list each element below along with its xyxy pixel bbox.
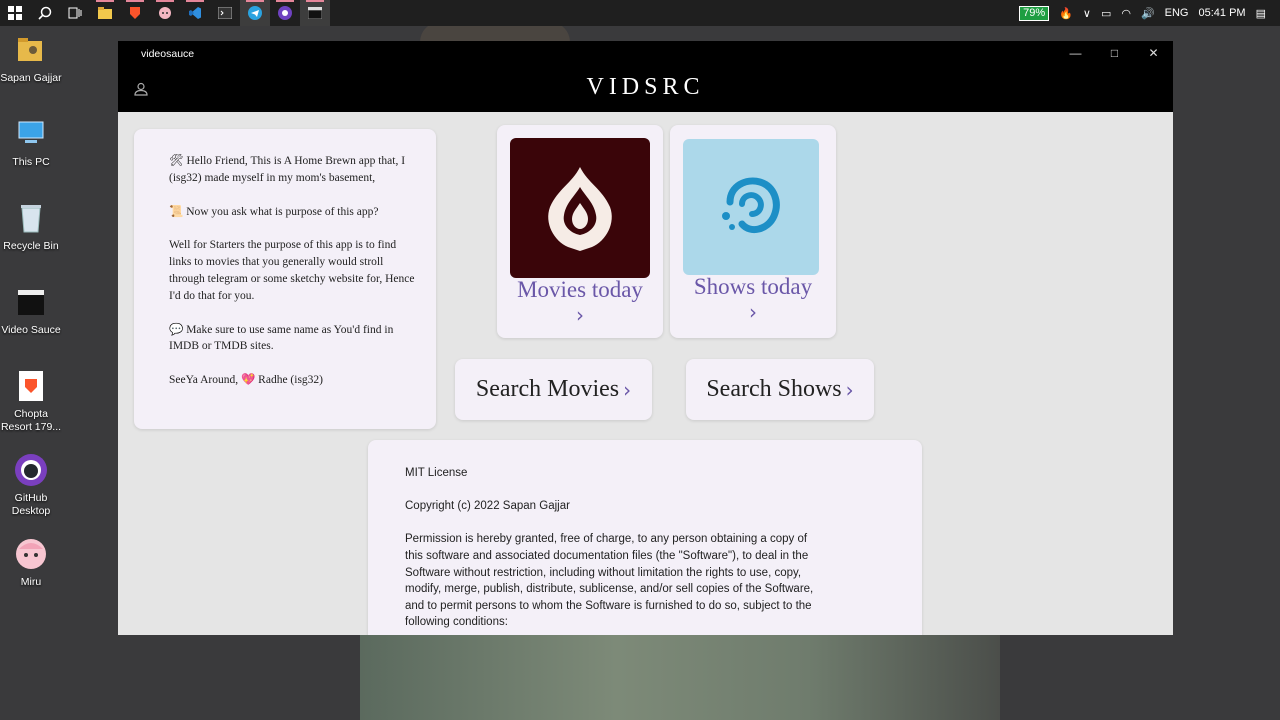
intro-signoff: SeeYa Around, 💖 Radhe (isg32) xyxy=(169,374,324,387)
clock[interactable]: 05:41 PM xyxy=(1199,7,1246,19)
brave-icon[interactable] xyxy=(120,0,150,26)
recycle-bin-icon xyxy=(13,200,49,236)
search-movies-label: Search Movies xyxy=(475,376,620,402)
movies-today-tile[interactable]: Movies today › xyxy=(497,125,663,338)
desktop-item-label: Chopta Resort 179... xyxy=(0,408,62,433)
windows-start-icon[interactable] xyxy=(0,0,30,26)
search-shows-label: Search Shows xyxy=(706,376,842,402)
chevron-right-icon: › xyxy=(749,300,757,324)
taskbar: 79% 🔥 ∨ ▭ ◠ 🔊 ENG 05:41 PM ▤ xyxy=(0,0,1280,26)
window-controls: — □ ✕ xyxy=(1056,41,1173,65)
vscode-icon[interactable] xyxy=(180,0,210,26)
title-bar: videosauce — □ ✕ VIDSRC xyxy=(118,41,1173,112)
intro-paragraph: 🛠 Hello Friend, This is A Home Brewn app… xyxy=(169,155,406,184)
github-icon xyxy=(13,452,49,488)
battery-icon[interactable]: ▭ xyxy=(1101,7,1111,20)
system-tray: 79% 🔥 ∨ ▭ ◠ 🔊 ENG 05:41 PM ▤ xyxy=(1019,0,1280,26)
desktop-item-label: GitHub Desktop xyxy=(11,492,51,517)
desktop-item-label: This PC xyxy=(12,156,50,168)
desktop-item-sapan-gajjar[interactable]: Sapan Gajjar xyxy=(0,30,62,114)
computer-icon xyxy=(13,116,49,152)
desktop-item-this-pc[interactable]: This PC xyxy=(0,114,62,198)
search-movies-button[interactable]: Search Movies › xyxy=(455,359,652,420)
brave-file-icon xyxy=(13,368,49,404)
hydro-emblem-icon xyxy=(683,139,819,275)
desktop-item-label: Recycle Bin xyxy=(3,240,59,252)
chevron-right-icon: › xyxy=(576,303,584,327)
flame-icon[interactable]: 🔥 xyxy=(1059,7,1073,20)
desktop-item-label: Miru xyxy=(20,576,42,588)
telegram-icon[interactable] xyxy=(240,0,270,26)
minimize-button[interactable]: — xyxy=(1056,41,1095,65)
search-icon[interactable] xyxy=(30,0,60,26)
file-explorer-icon[interactable] xyxy=(90,0,120,26)
license-heading: MIT License xyxy=(405,467,468,479)
search-shows-button[interactable]: Search Shows › xyxy=(686,359,874,420)
intro-paragraph: 📜 Now you ask what is purpose of this ap… xyxy=(169,205,379,218)
shows-today-label: Shows today xyxy=(693,274,813,299)
intro-card: 🛠 Hello Friend, This is A Home Brewn app… xyxy=(134,129,436,429)
notification-icon[interactable]: ▤ xyxy=(1256,7,1266,20)
license-card: MIT License Copyright (c) 2022 Sapan Gaj… xyxy=(368,440,922,635)
brand-logo: VIDSRC xyxy=(586,74,705,100)
shows-today-tile[interactable]: Shows today › xyxy=(670,125,836,338)
license-body: Permission is hereby granted, free of ch… xyxy=(405,533,814,629)
desktop-item-chopta-resort[interactable]: Chopta Resort 179... xyxy=(0,366,62,450)
language-indicator[interactable]: ENG xyxy=(1165,7,1189,19)
maximize-button[interactable]: □ xyxy=(1095,41,1134,65)
movies-today-label: Movies today xyxy=(517,277,643,302)
pyro-emblem-icon xyxy=(510,138,650,278)
volume-icon[interactable]: 🔊 xyxy=(1141,7,1155,20)
desktop-item-recycle-bin[interactable]: Recycle Bin xyxy=(0,198,62,282)
terminal-icon[interactable] xyxy=(210,0,240,26)
clapperboard-icon xyxy=(13,284,49,320)
wallpaper xyxy=(360,634,1000,720)
user-folder-icon xyxy=(13,32,49,68)
desktop-item-label: Sapan Gajjar xyxy=(0,72,62,84)
intro-paragraph: Well for Starters the purpose of this ap… xyxy=(169,239,415,302)
license-copyright: Copyright (c) 2022 Sapan Gajjar xyxy=(405,500,570,513)
miru-icon xyxy=(13,536,49,572)
desktop-item-miru[interactable]: Miru xyxy=(0,534,62,618)
close-button[interactable]: ✕ xyxy=(1134,41,1173,65)
app-window: videosauce — □ ✕ VIDSRC 🛠 Hello Friend, … xyxy=(118,41,1173,635)
desktop-item-github-desktop[interactable]: GitHub Desktop xyxy=(0,450,62,534)
video-sauce-icon[interactable] xyxy=(300,0,330,26)
battery-indicator[interactable]: 79% xyxy=(1019,5,1050,21)
task-view-icon[interactable] xyxy=(60,0,90,26)
window-title: videosauce xyxy=(141,48,195,60)
desktop-item-label: Video Sauce xyxy=(1,324,61,336)
wifi-icon[interactable]: ◠ xyxy=(1121,7,1131,20)
chevron-right-icon: › xyxy=(845,377,854,402)
desktop-item-video-sauce[interactable]: Video Sauce xyxy=(0,282,62,366)
intro-paragraph: 💬 Make sure to use same name as You'd fi… xyxy=(169,323,394,353)
chevron-right-icon: › xyxy=(623,377,632,402)
desktop-icons: Sapan Gajjar This PC Recycle Bin Video S… xyxy=(0,30,62,618)
github-icon[interactable] xyxy=(270,0,300,26)
chevron-up-icon[interactable]: ∨ xyxy=(1083,7,1091,20)
miru-icon[interactable] xyxy=(150,0,180,26)
